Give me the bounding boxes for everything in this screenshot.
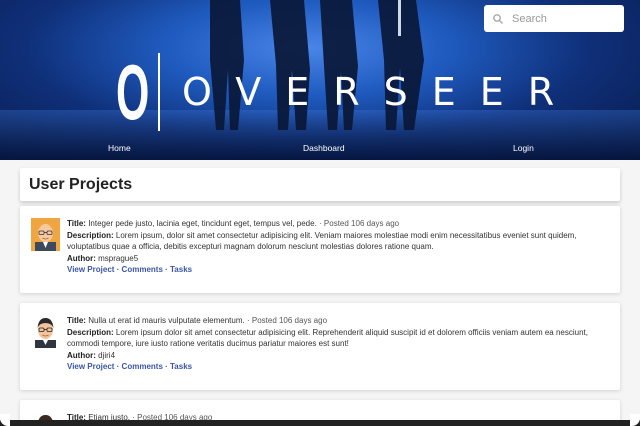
tasks-link[interactable]: Tasks xyxy=(170,362,192,371)
comments-link[interactable]: Comments xyxy=(122,265,163,274)
view-project-link[interactable]: View Project xyxy=(67,362,114,371)
search-icon xyxy=(493,13,503,24)
main-nav: Home Dashboard Login xyxy=(0,143,640,157)
link-separator: · xyxy=(114,265,122,274)
description-label: Description: xyxy=(67,230,114,240)
project-content: Title: Integer pede justo, lacinia eget,… xyxy=(67,218,612,276)
project-title: Integer pede justo, lacinia eget, tincid… xyxy=(88,219,317,228)
project-title: Nulla ut erat id mauris vulputate elemen… xyxy=(88,316,245,325)
project-links: View Project · Comments · Tasks xyxy=(67,264,612,276)
title-label: Title: xyxy=(67,219,86,228)
corner-left xyxy=(0,414,10,426)
link-separator: · xyxy=(162,265,170,274)
author-label: Author: xyxy=(67,350,96,360)
title-label: Title: xyxy=(67,316,86,325)
main-content: User Projects Title: Integer pede justo,… xyxy=(20,168,620,426)
project-card: Title: Nulla ut erat id mauris vulputate… xyxy=(20,303,620,390)
page-title: User Projects xyxy=(29,175,133,193)
comments-link[interactable]: Comments xyxy=(122,362,163,371)
logo-text: OVERSEER xyxy=(182,70,579,114)
project-card: Title: Integer pede justo, lacinia eget,… xyxy=(20,206,620,293)
link-separator: · xyxy=(114,362,122,371)
logo-letter: O xyxy=(116,48,150,136)
project-author: djiri4 xyxy=(98,350,116,360)
project-content: Title: Nulla ut erat id mauris vulputate… xyxy=(67,315,612,373)
project-description: Lorem ipsum, dolor sit amet consectetur … xyxy=(67,230,577,252)
tasks-link[interactable]: Tasks xyxy=(170,265,192,274)
search-input[interactable] xyxy=(512,12,612,25)
logo-divider xyxy=(158,53,160,131)
man-blonde-glasses-avatar-icon xyxy=(31,218,60,251)
project-links: View Project · Comments · Tasks xyxy=(67,361,612,373)
nav-login-link[interactable]: Login xyxy=(513,143,534,153)
search-box[interactable] xyxy=(484,5,624,32)
nav-dashboard-link[interactable]: Dashboard xyxy=(303,143,345,153)
posted-date: · Posted 106 days ago xyxy=(246,316,328,325)
author-label: Author: xyxy=(67,253,96,263)
description-label: Description: xyxy=(67,327,114,337)
posted-date: · Posted 106 days ago xyxy=(319,219,400,228)
overseer-logo[interactable]: O OVERSEER xyxy=(116,52,578,132)
header-banner: O OVERSEER Home Dashboard Login xyxy=(0,0,640,160)
nav-home-link[interactable]: Home xyxy=(108,143,131,153)
window-bottom-edge xyxy=(0,414,640,426)
man-dark-hair-glasses-avatar-icon xyxy=(31,315,60,348)
view-project-link[interactable]: View Project xyxy=(67,265,114,274)
tie-highlight xyxy=(398,0,401,36)
project-author: msprague5 xyxy=(98,253,139,263)
corner-right xyxy=(630,414,640,426)
project-description: Lorem ipsum dolor sit amet consectetur a… xyxy=(67,327,588,349)
link-separator: · xyxy=(162,362,170,371)
page-title-card: User Projects xyxy=(20,168,620,201)
